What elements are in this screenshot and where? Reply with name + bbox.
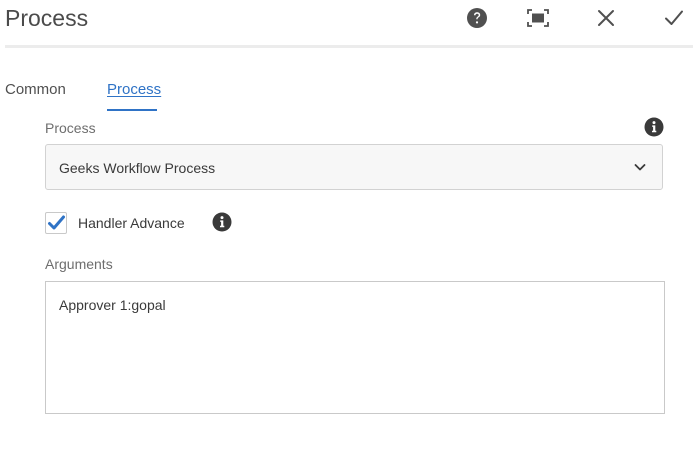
process-label: Process: [45, 120, 96, 136]
checkmark-icon: [48, 215, 65, 230]
confirm-button[interactable]: [661, 5, 687, 31]
handler-advance-checkbox[interactable]: [45, 212, 67, 234]
arguments-label: Arguments: [45, 256, 113, 272]
active-tab-indicator: [107, 109, 157, 111]
tab-common[interactable]: Common: [5, 79, 66, 101]
handler-advance-label[interactable]: Handler Advance: [78, 214, 185, 232]
checkmark-icon: [665, 10, 683, 25]
arguments-textarea[interactable]: Approver 1:gopal: [45, 281, 665, 414]
tab-process[interactable]: Process: [107, 79, 161, 101]
close-button[interactable]: [593, 5, 619, 31]
header-divider: [5, 45, 693, 48]
dialog-header: Process: [0, 0, 693, 46]
info-icon[interactable]: [212, 212, 232, 232]
process-dialog: Process Common Process Process Geeks Wor…: [0, 0, 693, 473]
fullscreen-button[interactable]: [525, 5, 551, 31]
fullscreen-icon: [527, 9, 549, 27]
help-button[interactable]: [464, 5, 490, 31]
info-icon[interactable]: [644, 117, 664, 137]
help-circle-icon: [467, 8, 487, 28]
dialog-title: Process: [5, 5, 89, 31]
process-select[interactable]: Geeks Workflow Process: [45, 144, 663, 190]
close-icon: [598, 10, 614, 26]
process-select-value: Geeks Workflow Process: [59, 160, 216, 176]
chevron-down-icon: [634, 164, 646, 171]
